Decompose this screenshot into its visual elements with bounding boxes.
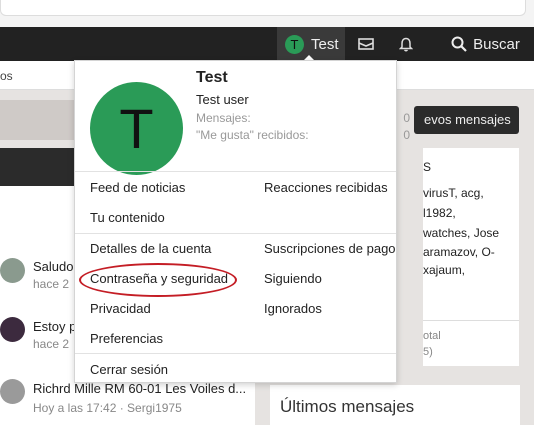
search-icon: [451, 36, 467, 52]
divider: [75, 233, 396, 234]
logout-link[interactable]: Cerrar sesión: [90, 362, 168, 377]
highlight-ring-annotation: [79, 263, 237, 297]
top-card: [0, 0, 526, 16]
thread-title[interactable]: Estoy p: [33, 319, 76, 334]
messages-stat: Mensajes: 0: [196, 111, 410, 125]
member-line: aramazov, O-: [423, 245, 495, 259]
avatar: [0, 317, 25, 342]
profile-role: Test user: [196, 92, 249, 107]
section-header-bar: [0, 148, 80, 186]
likes-stat: "Me gusta" recibidos: 0: [196, 128, 410, 142]
menu-item-your-content[interactable]: Tu contenido: [90, 210, 165, 225]
search-label: Buscar: [473, 35, 520, 53]
online-members-panel: S virusT, acg, l1982, watches, Jose aram…: [423, 148, 519, 366]
stat-label: "Me gusta" recibidos:: [196, 128, 309, 142]
avatar: [0, 379, 25, 404]
total-label: otal: [423, 330, 441, 342]
panel-heading: S: [423, 160, 432, 174]
member-line: l1982,: [423, 206, 456, 220]
thread-meta: hace 2: [33, 337, 70, 351]
divider: [423, 320, 519, 321]
thread-meta: hace 2: [33, 277, 70, 291]
nav-username: Test: [311, 35, 339, 53]
search-button[interactable]: Buscar: [437, 27, 534, 61]
divider: [75, 171, 396, 172]
profile-avatar[interactable]: T: [90, 82, 183, 175]
member-line: xajaum,: [423, 263, 466, 277]
page-header-block: [0, 100, 80, 140]
stat-value: 0: [403, 111, 410, 125]
member-line: virusT, acg,: [423, 186, 484, 200]
total-value: 5): [423, 346, 433, 358]
avatar: T: [285, 34, 304, 54]
thread-title[interactable]: Saludo: [33, 259, 73, 274]
divider: [75, 353, 396, 354]
bell-icon: [399, 37, 413, 51]
alerts-button[interactable]: [392, 27, 420, 61]
account-dropdown: T Test Test user Mensajes: 0 "Me gusta" …: [74, 60, 410, 383]
latest-posts-panel: Últimos mensajes: [270, 385, 520, 425]
thread-meta: Hoy a las 17:42 · Sergi1975: [33, 401, 182, 415]
menu-item-account-details[interactable]: Detalles de la cuenta: [90, 241, 211, 256]
menu-item-preferences[interactable]: Preferencias: [90, 331, 163, 346]
stat-label: Mensajes:: [196, 111, 251, 125]
avatar: [0, 258, 25, 283]
stat-value: 0: [403, 128, 410, 142]
envelope-icon: [358, 38, 374, 50]
inbox-button[interactable]: [351, 27, 381, 61]
profile-name[interactable]: Test: [196, 69, 228, 87]
top-strip: [0, 0, 534, 27]
new-messages-button[interactable]: evos mensajes: [414, 106, 519, 134]
navbar: T Test Buscar: [0, 27, 534, 61]
menu-item-privacy[interactable]: Privacidad: [90, 301, 151, 316]
menu-item-reactions-received[interactable]: Reacciones recibidas: [264, 180, 388, 195]
menu-item-news-feed[interactable]: Feed de noticias: [90, 180, 185, 195]
menu-item-paid-subscriptions[interactable]: Suscripciones de pago: [264, 241, 396, 256]
subnav-text[interactable]: os: [0, 69, 13, 83]
menu-item-following[interactable]: Siguiendo: [264, 271, 322, 286]
member-line: watches, Jose: [423, 226, 500, 240]
thread-title[interactable]: Richrd Mille RM 60-01 Les Voiles d...: [33, 381, 246, 396]
latest-posts-title: Últimos mensajes: [280, 397, 415, 416]
menu-item-ignored[interactable]: Ignorados: [264, 301, 322, 316]
